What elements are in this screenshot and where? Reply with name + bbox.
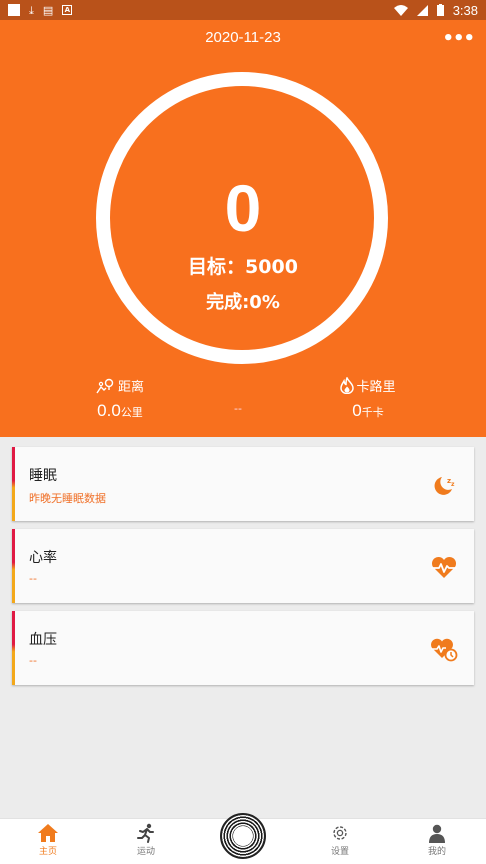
status-time: 3:38 <box>452 2 478 18</box>
nav-sport-label: 运动 <box>136 847 155 857</box>
distance-label: 距离 <box>117 380 144 395</box>
nav-sport[interactable]: 运动 <box>116 822 176 857</box>
calories-value-row: 0千卡 <box>318 401 418 421</box>
heart-rate-icon <box>431 556 457 578</box>
home-icon <box>38 824 58 842</box>
nav-mine[interactable]: 我的 <box>407 822 467 857</box>
distance-value-row: 0.0公里 <box>70 401 170 421</box>
moon-sleep-icon: z z <box>434 477 455 495</box>
completion-text: 完成:0% <box>206 292 280 313</box>
card-accent-bar <box>12 529 15 603</box>
battery-icon <box>436 4 444 16</box>
calories-unit: 千卡 <box>361 407 384 419</box>
nav-settings[interactable]: 设置 <box>310 822 370 857</box>
distance-stat: 距离 0.0公里 <box>70 376 170 421</box>
card-accent-bar <box>12 611 15 685</box>
wifi-icon <box>393 4 408 16</box>
message-icon: ▤ <box>42 3 54 17</box>
status-bar: ⤓ ▤ A 3:38 <box>0 0 486 20</box>
calories-stat: 卡路里 0千卡 <box>318 376 418 421</box>
map-pin-icon <box>96 378 114 393</box>
step-summary-panel: 2020-11-23 ••• 0 目标：5000 完成:0% 距离 0.0公里 … <box>0 20 486 437</box>
calories-label-row: 卡路里 <box>318 376 418 395</box>
nav-settings-label: 设置 <box>330 847 349 857</box>
heart-rate-card[interactable]: 心率 -- <box>12 529 474 603</box>
blood-pressure-subtitle: -- <box>29 654 37 667</box>
heart-rate-subtitle: -- <box>29 572 37 585</box>
blood-pressure-icon <box>431 638 458 662</box>
calories-value: 0 <box>352 401 362 420</box>
a-notification-icon: A <box>62 5 73 15</box>
sleep-title: 睡眠 <box>29 468 57 484</box>
calories-label: 卡路里 <box>356 380 396 395</box>
middle-stat: -- <box>234 402 242 415</box>
running-icon <box>137 823 154 843</box>
blood-pressure-title: 血压 <box>29 632 57 648</box>
signal-icon <box>416 4 428 16</box>
sleep-subtitle: 昨晚无睡眠数据 <box>29 492 106 505</box>
step-count: 0 <box>224 171 262 245</box>
download-icon: ⤓ <box>29 3 34 17</box>
blood-pressure-card[interactable]: 血压 -- <box>12 611 474 685</box>
nav-home-label: 主页 <box>38 847 57 857</box>
nav-mine-label: 我的 <box>427 847 446 857</box>
user-icon <box>429 824 445 843</box>
app-notification-icon <box>8 4 20 16</box>
status-left: ⤓ ▤ A <box>8 3 73 17</box>
heart-rate-title: 心率 <box>29 550 57 566</box>
center-action-button[interactable] <box>220 813 266 859</box>
svg-text:z: z <box>451 481 455 488</box>
distance-unit: 公里 <box>120 407 143 419</box>
distance-label-row: 距离 <box>70 376 170 395</box>
goal-text: 目标：5000 <box>188 256 298 278</box>
sleep-card[interactable]: 睡眠 昨晚无睡眠数据 z z <box>12 447 474 521</box>
more-options-icon[interactable]: ••• <box>442 28 475 49</box>
flame-icon <box>340 377 355 394</box>
card-accent-bar <box>12 447 15 521</box>
gear-icon <box>333 826 347 840</box>
nav-home[interactable]: 主页 <box>18 822 78 857</box>
date-label[interactable]: 2020-11-23 <box>0 29 486 46</box>
distance-value: 0.0 <box>97 401 121 420</box>
status-right: 3:38 <box>393 2 478 18</box>
